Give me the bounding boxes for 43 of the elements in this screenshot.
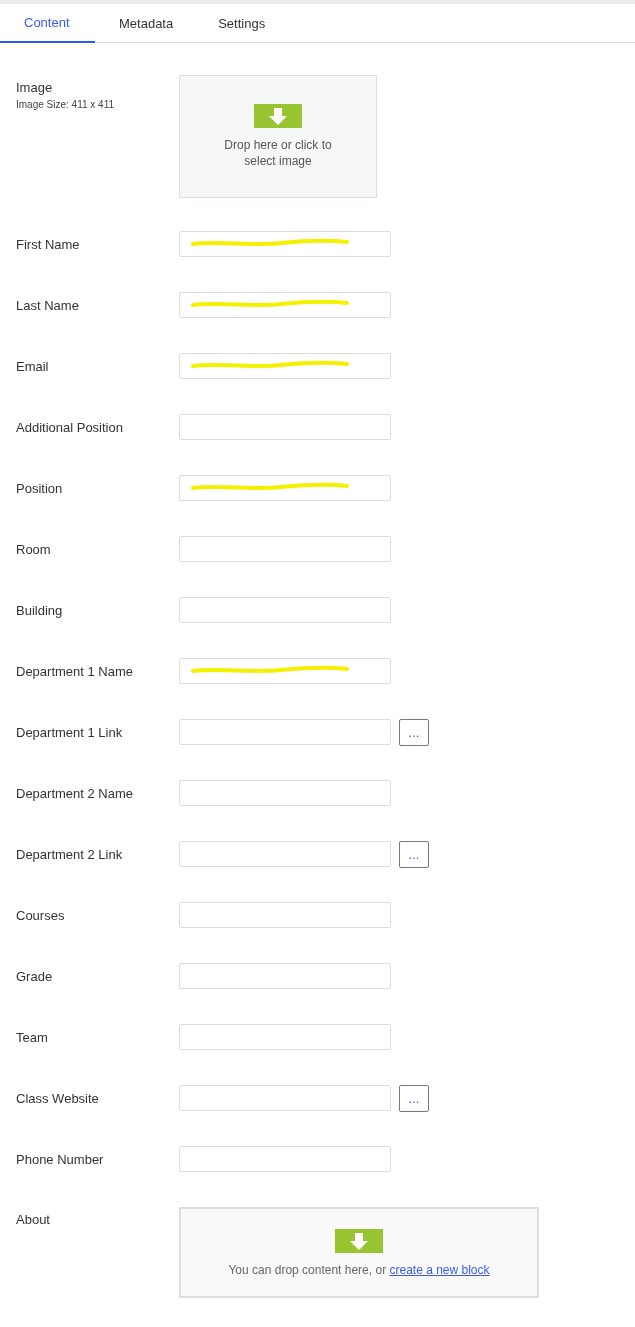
text-field[interactable] — [179, 841, 391, 867]
text-field[interactable] — [179, 902, 391, 928]
drop-hint: Drop here or click to select image — [223, 137, 333, 169]
tab[interactable]: Metadata — [95, 4, 195, 43]
field-label: Department 1 Link — [16, 724, 124, 740]
field-label: Last Name — [16, 297, 80, 313]
field-label: Building — [16, 602, 64, 618]
field-label: Phone Number — [16, 1151, 105, 1167]
download-icon — [254, 104, 302, 128]
text-field[interactable] — [179, 536, 391, 562]
content-drop-zone[interactable]: You can drop content here, or create a new block — [179, 1207, 539, 1298]
download-icon — [335, 1228, 383, 1253]
field-label: Email — [16, 358, 50, 374]
text-field[interactable] — [179, 963, 391, 989]
image-size-hint: Image Size: 411 x 411 — [16, 99, 116, 110]
field-label: Department 1 Name — [16, 663, 135, 679]
browse-button[interactable]: ... — [399, 840, 429, 868]
browse-button[interactable]: ... — [399, 718, 429, 746]
text-field[interactable] — [179, 1146, 391, 1172]
field-label: Class Website — [16, 1090, 100, 1106]
drop-hint: You can drop content here, or create a new block — [228, 1262, 490, 1277]
text-field[interactable] — [179, 414, 391, 440]
field-label: Position — [16, 480, 64, 496]
field-label: Team — [16, 1029, 49, 1045]
field-label: First Name — [16, 236, 81, 252]
text-field[interactable] — [179, 719, 391, 745]
field-label: Department 2 Link — [16, 846, 124, 862]
field-label: About — [16, 1211, 51, 1227]
text-field[interactable] — [179, 597, 391, 623]
field-label: Image — [16, 80, 54, 95]
browse-button[interactable]: ... — [399, 1084, 429, 1112]
text-field[interactable] — [179, 780, 391, 806]
field-label: Courses — [16, 907, 66, 923]
image-drop-zone[interactable]: Drop here or click to select image — [179, 75, 377, 198]
text-field[interactable] — [179, 1085, 391, 1111]
field-label: Room — [16, 541, 52, 557]
tab[interactable]: Content — [0, 4, 95, 43]
tab[interactable]: Settings — [194, 4, 290, 43]
field-label: Additional Position — [16, 419, 124, 435]
field-label: Department 2 Name — [16, 785, 135, 801]
text-field[interactable] — [179, 1024, 391, 1050]
create-block-link[interactable]: create a new block — [389, 1262, 490, 1277]
field-label: Grade — [16, 968, 54, 984]
